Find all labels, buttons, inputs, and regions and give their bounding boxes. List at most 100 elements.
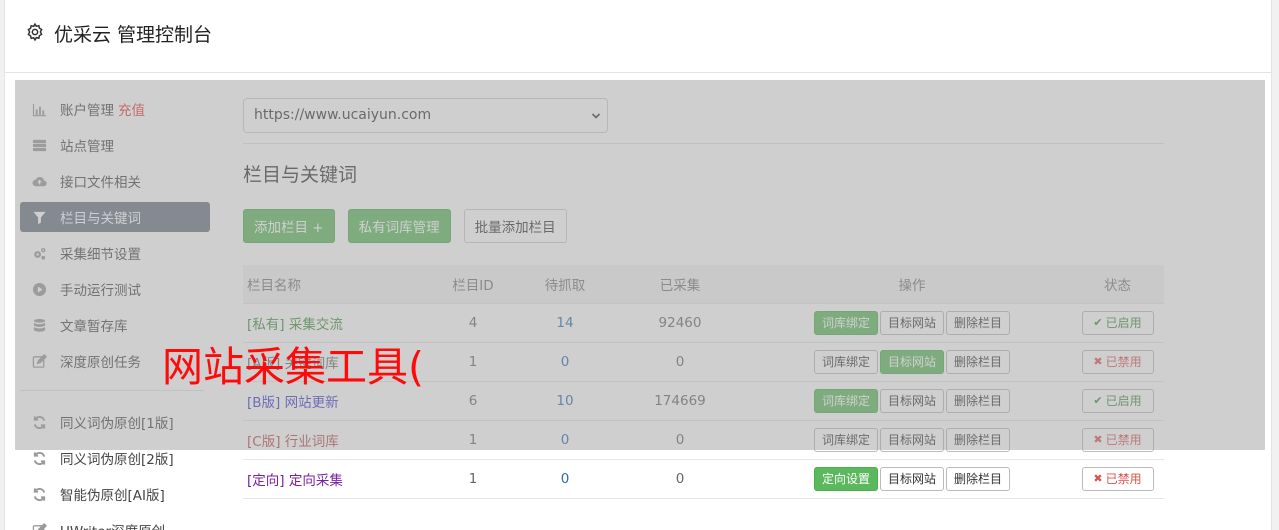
delete-column-button[interactable]: 删除栏目 xyxy=(946,466,1011,491)
ops-cell: 定向设置 目标网站 删除栏目 xyxy=(753,458,1071,499)
status-cell: ✖ 已禁用 xyxy=(1071,419,1164,459)
ops-cell: 词库绑定 目标网站 删除栏目 xyxy=(753,419,1071,459)
edit-icon xyxy=(31,522,48,530)
close-icon: ✖ xyxy=(1093,472,1103,485)
header-done: 已采集 xyxy=(607,265,753,303)
sidebar-item-manual-run[interactable]: 手动运行测试 xyxy=(20,274,210,304)
refresh-icon xyxy=(31,486,48,503)
status-cell: ✔ 已启用 xyxy=(1071,302,1164,342)
play-circle-icon xyxy=(31,281,48,298)
table-header: 栏目名称 栏目ID 待抓取 已采集 操作 状态 xyxy=(243,265,1164,303)
status-label: 已启用 xyxy=(1105,394,1142,408)
status-cell: ✔ 已启用 xyxy=(1071,380,1164,420)
column-name-cell[interactable]: [C版] 行业词库 xyxy=(243,419,423,459)
sidebar-item-label: 接口文件相关 xyxy=(60,175,141,191)
column-name: 网站更新 xyxy=(284,394,339,411)
sidebar-item-synonym-v1[interactable]: 同义词伪原创[1版] xyxy=(20,407,210,437)
wait-count[interactable]: 0 xyxy=(523,341,607,381)
column-name-cell[interactable]: [定向] 定向采集 xyxy=(243,458,423,499)
sidebar-item-interface-files[interactable]: 接口文件相关 xyxy=(20,166,210,196)
sidebar-item-columns-keywords[interactable]: 栏目与关键词 xyxy=(20,202,210,232)
site-select-value: https://www.ucaiyun.com xyxy=(254,107,432,123)
column-name-cell[interactable]: [私有] 采集交流 xyxy=(243,302,423,342)
status-toggle[interactable]: ✔ 已启用 xyxy=(1081,388,1154,413)
sidebar-item-label: 手动运行测试 xyxy=(60,283,141,299)
sidebar-item-sites[interactable]: 站点管理 xyxy=(20,130,210,160)
delete-column-button[interactable]: 删除栏目 xyxy=(946,427,1011,452)
cloud-upload-icon xyxy=(31,173,48,190)
close-icon: ✖ xyxy=(1093,433,1103,446)
column-tag: [定向] xyxy=(247,472,285,489)
ops-cell: 词库绑定 目标网站 删除栏目 xyxy=(753,341,1071,381)
column-tag: [私有] xyxy=(247,316,285,333)
header: 优采云 管理控制台 xyxy=(5,0,1271,73)
status-label: 已禁用 xyxy=(1105,472,1142,486)
wait-count[interactable]: 0 xyxy=(523,419,607,459)
gear-icon xyxy=(25,22,45,42)
wait-count[interactable]: 0 xyxy=(523,458,607,499)
private-lib-button[interactable]: 私有词库管理 xyxy=(347,209,451,243)
column-name: 采集交流 xyxy=(288,316,343,333)
wait-count[interactable]: 10 xyxy=(523,380,607,420)
target-site-button[interactable]: 目标网站 xyxy=(879,310,944,335)
sidebar-item-label: 智能伪原创[AI版] xyxy=(60,488,165,504)
bind-lib-button[interactable]: 词库绑定 xyxy=(813,427,878,452)
done-count: 0 xyxy=(607,341,753,381)
column-id: 4 xyxy=(423,302,523,342)
delete-column-button[interactable]: 删除栏目 xyxy=(946,388,1011,413)
watermark-text: 网站采集工具( xyxy=(162,343,424,391)
table-row: [私有] 采集交流 4 14 92460 词库绑定 目标网站 删除栏目 ✔ 已启用 xyxy=(243,302,1164,342)
target-site-button[interactable]: 目标网站 xyxy=(879,349,944,374)
status-label: 已启用 xyxy=(1105,316,1142,330)
sidebar-item-account[interactable]: 账户管理 充值 xyxy=(20,94,210,124)
header-wait: 待抓取 xyxy=(523,265,607,303)
column-tag: [C版] xyxy=(247,433,281,450)
column-id: 1 xyxy=(423,419,523,459)
delete-column-button[interactable]: 删除栏目 xyxy=(946,310,1011,335)
bind-lib-button[interactable]: 定向设置 xyxy=(813,466,878,491)
status-toggle[interactable]: ✖ 已禁用 xyxy=(1081,349,1154,374)
column-id: 6 xyxy=(423,380,523,420)
wait-count[interactable]: 14 xyxy=(523,302,607,342)
target-site-button[interactable]: 目标网站 xyxy=(879,427,944,452)
header-ops: 操作 xyxy=(753,265,1071,303)
target-site-button[interactable]: 目标网站 xyxy=(879,388,944,413)
column-id: 1 xyxy=(423,458,523,499)
batch-add-button[interactable]: 批量添加栏目 xyxy=(463,209,567,243)
header-id: 栏目ID xyxy=(423,265,523,303)
sidebar-item-synonym-v2[interactable]: 同义词伪原创[2版] xyxy=(20,443,210,473)
ops-cell: 词库绑定 目标网站 删除栏目 xyxy=(753,302,1071,342)
status-toggle[interactable]: ✖ 已禁用 xyxy=(1081,427,1154,452)
done-count: 174669 xyxy=(607,380,753,420)
sidebar-item-label: 栏目与关键词 xyxy=(60,211,141,227)
sidebar-item-label: 账户管理 xyxy=(60,103,114,119)
bind-lib-button[interactable]: 词库绑定 xyxy=(813,349,878,374)
check-icon: ✔ xyxy=(1093,394,1103,407)
sidebar-item-label: 采集细节设置 xyxy=(60,247,141,263)
target-site-button[interactable]: 目标网站 xyxy=(879,466,944,491)
sidebar-item-label: 站点管理 xyxy=(60,139,114,155)
status-label: 已禁用 xyxy=(1105,355,1142,369)
status-toggle[interactable]: ✔ 已启用 xyxy=(1081,310,1154,335)
table-row: [定向] 定向采集 1 0 0 定向设置 目标网站 删除栏目 ✖ 已禁用 xyxy=(243,458,1164,499)
close-icon: ✖ xyxy=(1093,355,1103,368)
sidebar-item-ai-original[interactable]: 智能伪原创[AI版] xyxy=(20,479,210,509)
status-toggle[interactable]: ✖ 已禁用 xyxy=(1081,466,1154,491)
column-tag: [B版] xyxy=(247,394,281,411)
bind-lib-button[interactable]: 词库绑定 xyxy=(813,388,878,413)
done-count: 0 xyxy=(607,458,753,499)
bind-lib-button[interactable]: 词库绑定 xyxy=(813,310,878,335)
refresh-icon xyxy=(31,414,48,431)
sidebar: 账户管理 充值 站点管理 接口文件相关 栏目与关键词 采集细节设置 手动运行测试… xyxy=(20,94,210,530)
add-column-button[interactable]: 添加栏目 + xyxy=(243,209,335,243)
sidebar-item-collect-settings[interactable]: 采集细节设置 xyxy=(20,238,210,268)
sidebar-item-uwriter[interactable]: UWriter深度原创 xyxy=(20,515,210,530)
delete-column-button[interactable]: 删除栏目 xyxy=(946,349,1011,374)
sidebar-item-article-store[interactable]: 文章暂存库 xyxy=(20,310,210,340)
site-select[interactable]: https://www.ucaiyun.com xyxy=(243,98,608,133)
edit-icon xyxy=(31,353,48,370)
done-count: 92460 xyxy=(607,302,753,342)
recharge-link[interactable]: 充值 xyxy=(118,99,145,119)
gears-icon xyxy=(31,245,48,262)
header-name: 栏目名称 xyxy=(243,265,423,303)
